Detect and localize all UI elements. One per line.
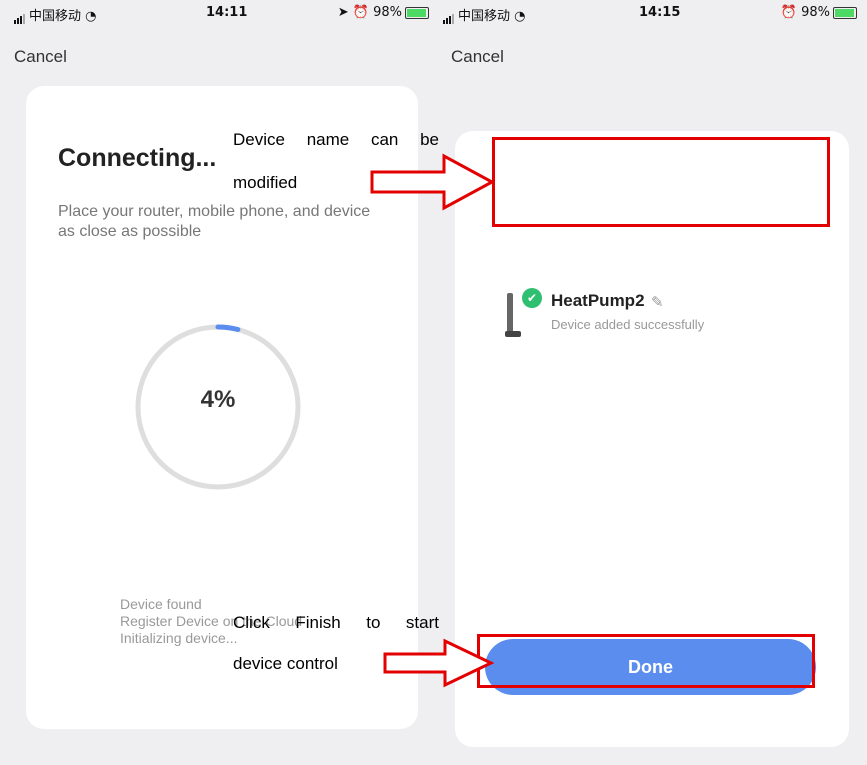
highlight-device-name (492, 137, 830, 227)
annotation-finish-text: Click Finish to start (233, 613, 439, 632)
arrow-to-done-button (383, 638, 495, 688)
battery-icon (405, 6, 429, 19)
arrow-to-device-name (370, 153, 496, 211)
success-check-icon: ✔ (522, 288, 542, 308)
device-status: Device added successfully (551, 317, 705, 332)
battery-status: ➤ ⏰ 98% (338, 5, 429, 20)
signal-icon (14, 9, 26, 24)
instruction-text: Place your router, mobile phone, and dev… (58, 203, 371, 240)
edit-name-icon[interactable]: ✎ (651, 293, 664, 311)
alarm-icon: ⏰ (780, 5, 797, 20)
carrier: 中国移动 ︎◔ (14, 5, 97, 24)
annotation-rename-text: Device name can be (233, 130, 439, 149)
annotation-finish-text-2: device control (233, 654, 338, 673)
highlight-done-button (477, 634, 815, 688)
cancel-button[interactable]: Cancel (451, 47, 504, 67)
wifi-icon: ◔ (514, 9, 526, 24)
status-time: 14:15 (639, 5, 681, 20)
signal-icon (443, 9, 455, 24)
battery-status: ⏰ 98% (781, 5, 857, 20)
battery-icon (833, 6, 857, 19)
location-icon: ➤ (337, 5, 349, 20)
carrier: 中国移动 ◔ (443, 5, 526, 24)
heat-pump-device-icon (505, 293, 521, 337)
step-item: Device found (120, 596, 202, 612)
page-title: Connecting... (58, 144, 217, 172)
connecting-screen: 中国移动 ︎◔ 14:11 ➤ ⏰ 98% Cancel Connecting.… (0, 0, 439, 765)
cancel-button[interactable]: Cancel (14, 47, 67, 67)
status-bar: 中国移动 ◔ 14:15 ⏰ 98% (439, 0, 867, 26)
status-bar: 中国移动 ︎◔ 14:11 ➤ ⏰ 98% (0, 0, 439, 26)
alarm-icon: ⏰ (352, 5, 369, 20)
device-name[interactable]: HeatPump2 (551, 291, 645, 311)
wifi-icon: ◔ (85, 9, 97, 24)
status-time: 14:11 (206, 5, 248, 20)
progress-percent: 4% (200, 386, 236, 413)
annotation-rename-text-2: modified (233, 173, 298, 192)
